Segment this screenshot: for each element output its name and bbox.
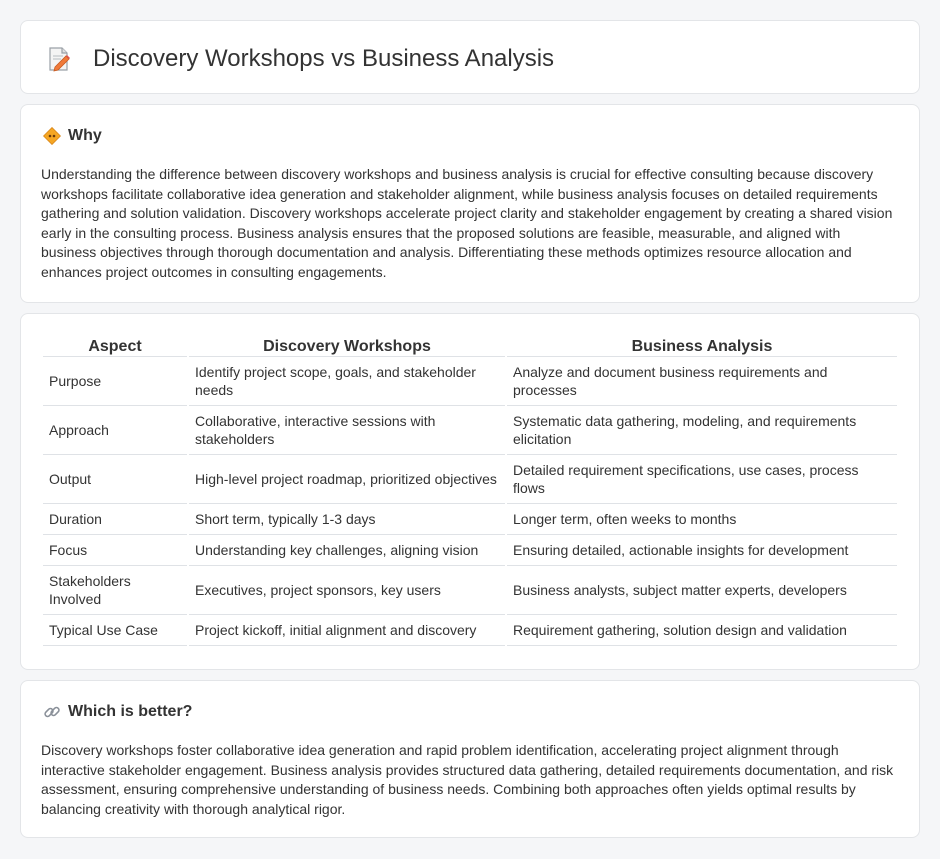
better-title: Which is better?: [68, 703, 193, 720]
row-analysis: Analyze and document business requiremen…: [507, 357, 897, 406]
table-header-row: Aspect Discovery Workshops Business Anal…: [43, 336, 897, 357]
row-discovery: High-level project roadmap, prioritized …: [189, 455, 505, 504]
diamond-sign-icon: [42, 126, 62, 146]
why-heading: Why: [42, 126, 102, 146]
row-discovery: Understanding key challenges, aligning v…: [189, 535, 505, 566]
table-row: Approach Collaborative, interactive sess…: [43, 406, 897, 455]
table-row: Duration Short term, typically 1-3 days …: [43, 504, 897, 535]
table-row: Purpose Identify project scope, goals, a…: [43, 357, 897, 406]
row-discovery: Executives, project sponsors, key users: [189, 566, 505, 615]
page-title: Discovery Workshops vs Business Analysis: [93, 45, 555, 72]
table-row: Output High-level project roadmap, prior…: [43, 455, 897, 504]
link-icon: [43, 703, 61, 721]
header-business-analysis: Business Analysis: [507, 336, 897, 357]
better-heading: Which is better?: [43, 703, 192, 721]
row-discovery: Collaborative, interactive sessions with…: [189, 406, 505, 455]
better-body: Discovery workshops foster collaborative…: [41, 742, 894, 817]
table-row: Typical Use Case Project kickoff, initia…: [43, 615, 897, 646]
row-analysis: Ensuring detailed, actionable insights f…: [507, 535, 897, 566]
row-analysis: Business analysts, subject matter expert…: [507, 566, 897, 615]
header-aspect: Aspect: [43, 336, 187, 357]
row-analysis: Systematic data gathering, modeling, and…: [507, 406, 897, 455]
row-aspect: Purpose: [43, 357, 187, 406]
row-discovery: Short term, typically 1-3 days: [189, 504, 505, 535]
comparison-table: Aspect Discovery Workshops Business Anal…: [41, 336, 899, 646]
row-analysis: Detailed requirement specifications, use…: [507, 455, 897, 504]
row-aspect: Approach: [43, 406, 187, 455]
comparison-section: Aspect Discovery Workshops Business Anal…: [20, 313, 920, 670]
row-aspect: Focus: [43, 535, 187, 566]
header-discovery-workshops: Discovery Workshops: [189, 336, 505, 357]
table-row: Focus Understanding key challenges, alig…: [43, 535, 897, 566]
why-title: Why: [68, 127, 102, 144]
row-aspect: Stakeholders Involved: [43, 566, 187, 615]
why-section: Why Understanding the difference between…: [20, 104, 920, 303]
row-discovery: Project kickoff, initial alignment and d…: [189, 615, 505, 646]
why-body: Understanding the difference between dis…: [41, 166, 893, 280]
row-discovery: Identify project scope, goals, and stake…: [189, 357, 505, 406]
row-aspect: Duration: [43, 504, 187, 535]
row-aspect: Typical Use Case: [43, 615, 187, 646]
row-analysis: Longer term, often weeks to months: [507, 504, 897, 535]
header-card: Discovery Workshops vs Business Analysis: [20, 20, 920, 94]
document-pencil-icon: [47, 46, 71, 72]
row-analysis: Requirement gathering, solution design a…: [507, 615, 897, 646]
which-is-better-section: Which is better? Discovery workshops fos…: [20, 680, 920, 838]
table-row: Stakeholders Involved Executives, projec…: [43, 566, 897, 615]
row-aspect: Output: [43, 455, 187, 504]
